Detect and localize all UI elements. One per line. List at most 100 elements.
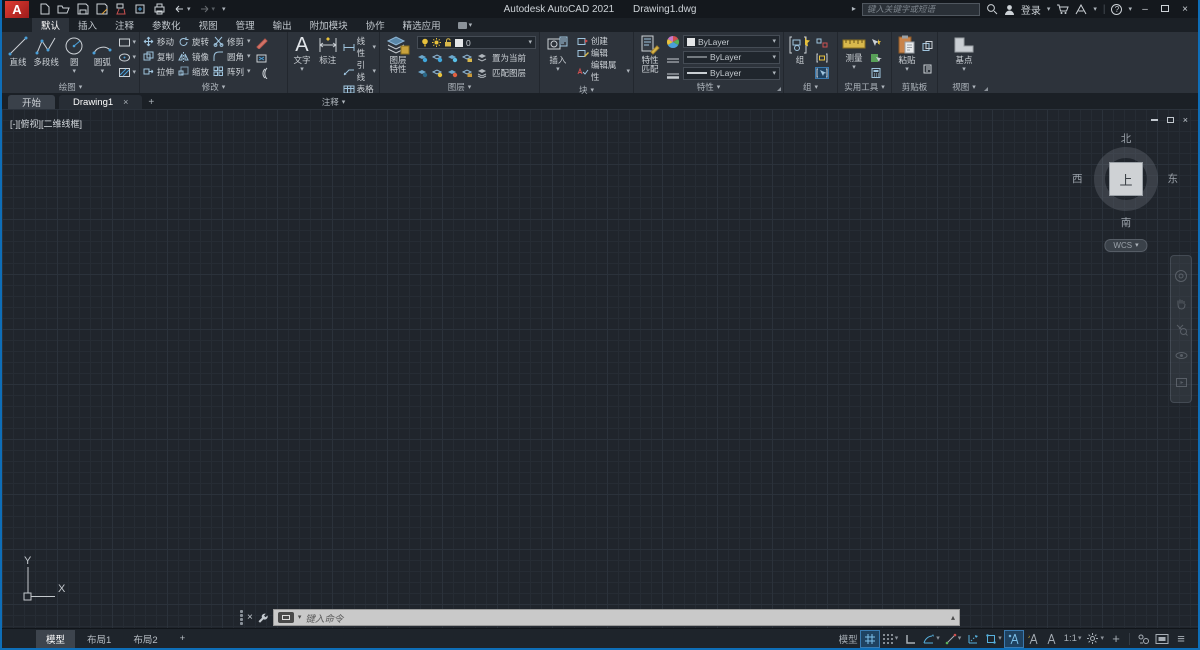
command-grip-handle[interactable] (240, 610, 243, 625)
viewcube-east[interactable]: 东 (1168, 171, 1179, 186)
print-icon[interactable] (153, 3, 166, 15)
offset-button[interactable] (255, 67, 268, 79)
tab-view[interactable]: 视图 (190, 18, 227, 32)
insert-block-button[interactable]: 插入 ▾ (543, 34, 573, 84)
autocad-logo-icon[interactable]: A (5, 1, 29, 18)
panel-label-properties[interactable]: 特性▾ (634, 81, 783, 93)
help-icon[interactable]: ? (1111, 4, 1122, 15)
object-color-dropdown[interactable]: ByLayer ▾ (683, 35, 780, 48)
isolate-objects-button[interactable] (1134, 631, 1152, 647)
match-properties-button[interactable]: 特性匹配 (637, 34, 663, 81)
panel-label-block[interactable]: 块▾ (540, 84, 633, 96)
save-as-icon[interactable] (96, 3, 108, 15)
redo-caret-icon[interactable]: ▾ (212, 6, 216, 13)
plot-icon[interactable] (115, 3, 127, 15)
lineweight-dropdown[interactable]: ByLayer ▾ (683, 67, 780, 80)
quick-calc-button[interactable] (870, 53, 882, 63)
annotation-monitor-plus-button[interactable]: + (1107, 631, 1125, 647)
create-block-button[interactable]: 创建 (577, 35, 630, 47)
window-close-button[interactable]: × (1178, 4, 1192, 15)
group-edit-button[interactable] (816, 53, 828, 63)
snap-toggle[interactable]: ▾ (880, 631, 901, 647)
group-button[interactable]: 组 (787, 34, 813, 81)
object-snap-toggle[interactable]: ▾ (983, 631, 1004, 647)
copy-button[interactable]: 复制 (143, 51, 174, 63)
help-caret-icon[interactable]: ▾ (1128, 6, 1132, 13)
tab-output[interactable]: 输出 (264, 18, 301, 32)
annotation-scale-icon-button[interactable] (1043, 631, 1061, 647)
tab-featured-apps[interactable]: 精选应用 (394, 18, 450, 32)
panel-label-groups[interactable]: 组▾ (784, 81, 837, 93)
signin-caret-icon[interactable]: ▾ (1047, 6, 1051, 13)
isodraft-toggle[interactable]: ▾ (943, 631, 964, 647)
layer-unisolate-icon[interactable] (432, 53, 443, 63)
fillet-button[interactable]: 圆角▾ (213, 51, 251, 63)
panel-label-annotate[interactable]: 注释▾ (288, 96, 379, 108)
layer-thaw-all-icon[interactable] (447, 68, 458, 78)
ribbon-display-toggle[interactable]: ▾ (450, 18, 481, 32)
open-file-icon[interactable] (57, 3, 70, 15)
group-selection-toggle[interactable] (816, 68, 828, 78)
help-search-input[interactable]: 键入关键字或短语 (862, 3, 980, 16)
new-file-icon[interactable] (39, 3, 50, 15)
command-input[interactable]: ▾ 键入命令 ▴ (273, 609, 960, 626)
polyline-button[interactable]: 多段线 (33, 34, 59, 81)
undo-icon[interactable] (173, 4, 186, 15)
command-close-icon[interactable]: × (247, 612, 253, 623)
trim-button[interactable]: 修剪▾ (213, 36, 251, 48)
new-layout-button[interactable]: + (170, 631, 196, 646)
publish-icon[interactable] (134, 3, 146, 15)
layer-unlock-all-icon[interactable] (462, 68, 473, 78)
view-dialog-launcher[interactable] (984, 87, 988, 91)
tab-parametric[interactable]: 参数化 (143, 18, 190, 32)
lineweight-icon[interactable] (666, 72, 680, 80)
annotation-autoscale-toggle[interactable] (1024, 631, 1042, 647)
drawing1-tab[interactable]: Drawing1 × (59, 95, 142, 109)
tab-insert[interactable]: 插入 (69, 18, 106, 32)
layout2-tab[interactable]: 布局2 (123, 630, 167, 648)
tab-collaborate[interactable]: 协作 (357, 18, 394, 32)
array-button[interactable]: 阵列▾ (213, 66, 251, 78)
tab-home[interactable]: 默认 (32, 18, 69, 32)
ungroup-button[interactable] (816, 38, 828, 48)
scale-button[interactable]: 缩放 (178, 66, 209, 78)
edit-block-button[interactable]: 编辑 (577, 47, 630, 59)
arc-button[interactable]: 圆弧 ▾ (89, 34, 115, 81)
paste-button[interactable]: 粘贴 ▾ (895, 34, 919, 81)
tab-annotate[interactable]: 注释 (106, 18, 143, 32)
layer-lock-icon[interactable] (462, 53, 473, 63)
text-button[interactable]: A 文字 ▾ (291, 34, 313, 96)
panel-label-utilities[interactable]: 实用工具▾ (838, 81, 891, 93)
copy-clip-button[interactable] (922, 41, 934, 51)
panel-label-view[interactable]: 视图▾ (938, 81, 990, 93)
layer-isolate-icon[interactable] (417, 53, 428, 63)
rectangle-button[interactable]: ▾ (118, 37, 137, 48)
explode-button[interactable] (255, 52, 268, 64)
erase-button[interactable] (255, 37, 268, 49)
object-snap-tracking-toggle[interactable] (964, 631, 982, 647)
drawing1-close-icon[interactable]: × (123, 97, 128, 107)
workspace-switching-button[interactable]: ▾ (1084, 631, 1106, 647)
window-maximize-button[interactable] (1158, 4, 1172, 15)
stretch-button[interactable]: 拉伸 (143, 66, 174, 78)
layout1-tab[interactable]: 布局1 (77, 630, 121, 648)
autodesk-caret-icon[interactable]: ▾ (1093, 6, 1097, 13)
ortho-toggle[interactable] (901, 631, 919, 647)
hatch-button[interactable]: ▾ (118, 67, 137, 78)
line-button[interactable]: 直线 (5, 34, 31, 81)
linetype-dropdown[interactable]: ByLayer ▾ (683, 51, 780, 64)
window-minimize-button[interactable]: – (1138, 4, 1152, 15)
layer-properties-button[interactable]: 图层特性 (383, 34, 413, 81)
panel-label-draw[interactable]: 绘图▾ (2, 81, 139, 93)
annotation-visibility-toggle[interactable] (1005, 631, 1023, 647)
customization-menu-button[interactable]: ≡ (1172, 631, 1190, 647)
tab-manage[interactable]: 管理 (227, 18, 264, 32)
viewcube-south[interactable]: 南 (1121, 215, 1132, 230)
start-tab[interactable]: 开始 (8, 95, 55, 109)
save-icon[interactable] (77, 3, 89, 15)
viewcube-west[interactable]: 西 (1072, 171, 1083, 186)
linetype-icon[interactable] (666, 57, 680, 65)
mirror-button[interactable]: 镜像 (178, 51, 209, 63)
tab-addins[interactable]: 附加模块 (301, 18, 357, 32)
match-layer-button[interactable]: 匹配图层 (492, 67, 526, 79)
